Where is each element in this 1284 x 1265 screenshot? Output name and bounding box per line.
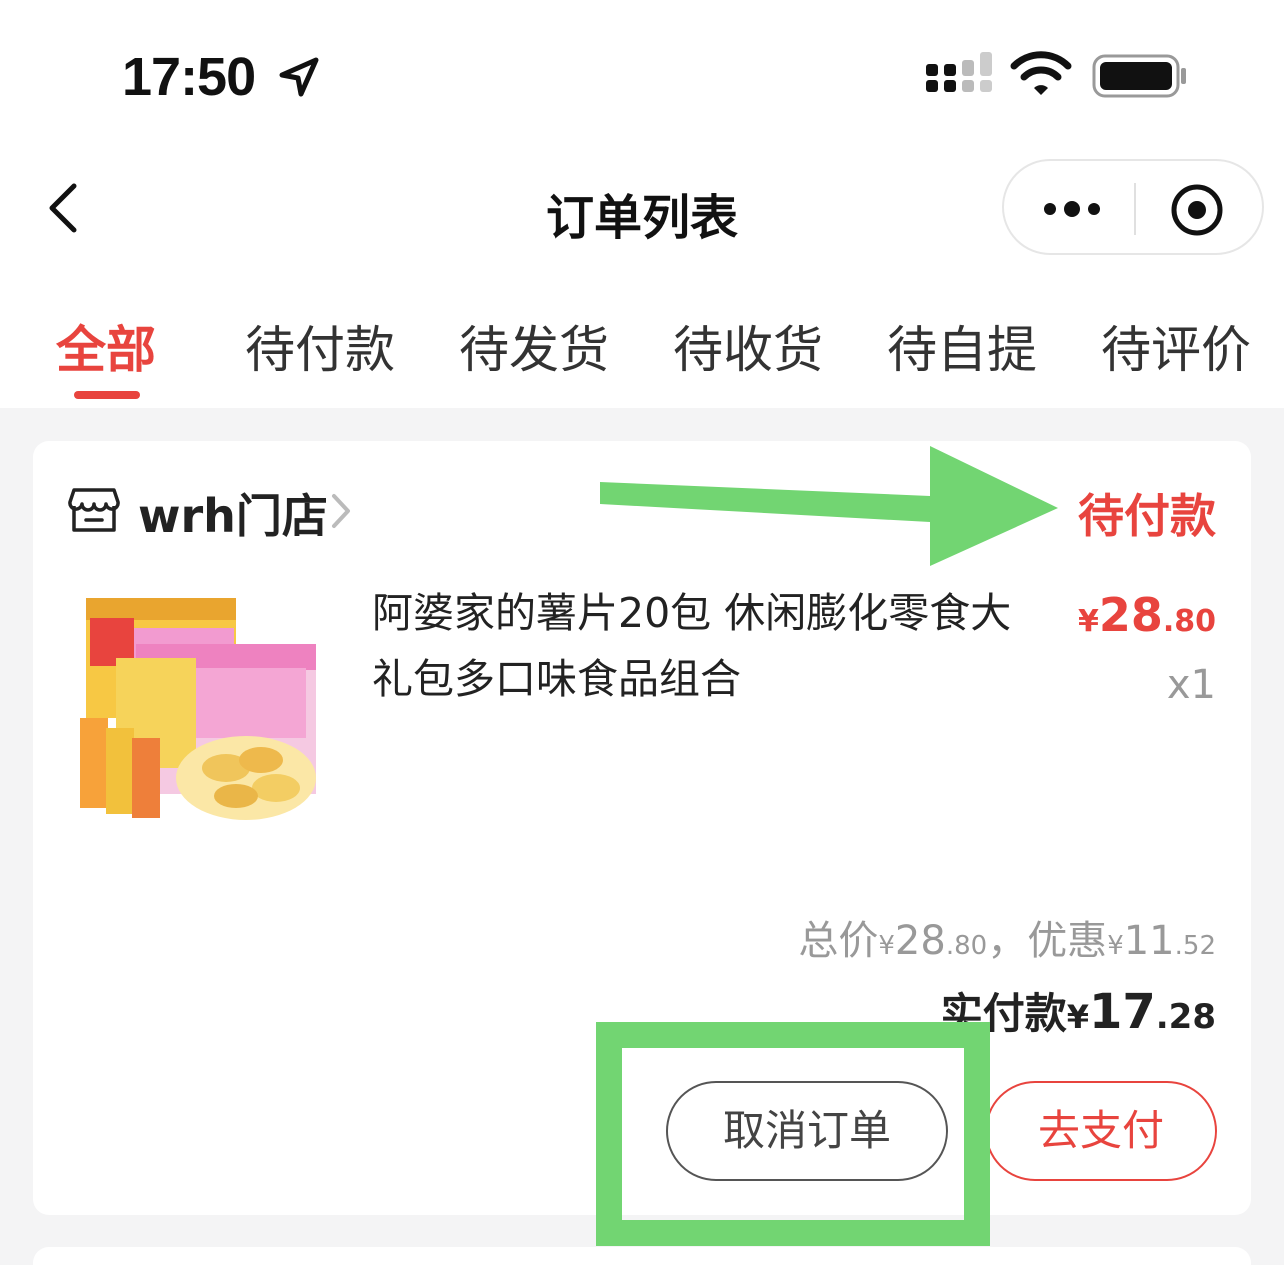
discount-decimal: .52 (1174, 931, 1216, 961)
wifi-icon (1010, 51, 1072, 95)
store-icon (68, 488, 120, 532)
capsule-divider (1134, 183, 1136, 235)
discount-integer: 11 (1123, 918, 1175, 964)
active-tab-indicator (74, 391, 140, 399)
price-decimal: .80 (1162, 604, 1216, 639)
paid-decimal: .28 (1155, 997, 1216, 1037)
order-status: 待付款 (1078, 489, 1216, 543)
status-time: 17:50 (122, 47, 256, 107)
discount-symbol: ¥ (1107, 931, 1124, 961)
tab-pending-review[interactable]: 待评价 (1101, 310, 1251, 382)
discount-label: 优惠 (1027, 918, 1108, 964)
annotation-arrow (600, 446, 1058, 566)
tab-pending-shipment[interactable]: 待发货 (459, 310, 609, 382)
total-integer: 28 (894, 918, 946, 964)
product-quantity: x1 (1166, 662, 1216, 708)
total-symbol: ¥ (878, 931, 895, 961)
paid-symbol: ¥ (1066, 998, 1089, 1036)
more-icon[interactable] (1040, 195, 1104, 223)
chevron-right-icon[interactable] (328, 490, 354, 532)
summary-separator: ， (987, 918, 1028, 964)
mini-program-capsule (1002, 159, 1264, 255)
paid-integer: 17 (1088, 984, 1156, 1040)
order-summary: 总价¥28.80，优惠¥11.52 (798, 908, 1216, 966)
product-price: ¥28.80 (1078, 588, 1216, 642)
tab-pending-payment[interactable]: 待付款 (245, 310, 395, 382)
battery-icon (1092, 54, 1186, 98)
target-icon[interactable] (1170, 183, 1224, 237)
order-card-next[interactable] (33, 1247, 1251, 1265)
price-integer: 28 (1098, 588, 1163, 642)
tab-pending-pickup[interactable]: 待自提 (887, 310, 1037, 382)
product-title[interactable]: 阿婆家的薯片20包 休闲膨化零食大礼包多口味食品组合 (372, 580, 1052, 712)
signal-icon (926, 52, 992, 92)
total-label: 总价 (798, 918, 879, 964)
annotation-highlight-box (596, 1022, 990, 1246)
product-image[interactable] (76, 588, 326, 834)
price-symbol: ¥ (1077, 604, 1099, 639)
tab-all[interactable]: 全部 (56, 310, 156, 382)
store-name[interactable]: wrh门店 (138, 480, 328, 546)
total-decimal: .80 (945, 931, 988, 961)
pay-button[interactable]: 去支付 (985, 1081, 1217, 1181)
location-arrow-icon (279, 57, 319, 97)
tab-pending-receipt[interactable]: 待收货 (673, 310, 823, 382)
